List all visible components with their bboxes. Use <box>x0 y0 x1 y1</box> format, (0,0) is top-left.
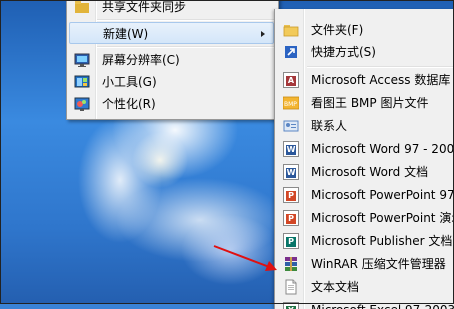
submenu-item-label: Microsoft Excel 97-2003 工 <box>311 299 454 309</box>
menu-item-label: 共享文件夹同步 <box>102 0 187 14</box>
submenu-item-label: 快捷方式(S) <box>311 45 376 59</box>
menu-item-label: 个性化(R) <box>102 97 156 111</box>
submenu-item-label: 文件夹(F) <box>311 23 364 37</box>
submenu-item-folder[interactable]: 文件夹(F) <box>277 19 454 42</box>
submenu-item-contact[interactable]: 联系人 <box>277 115 454 138</box>
menu-item-personalize[interactable]: 个性化(R) <box>69 93 274 115</box>
publisher-icon: P <box>283 233 299 249</box>
submenu-item-label: Microsoft PowerPoint 演示 <box>311 211 454 225</box>
menu-item-screen-resolution[interactable]: 屏幕分辨率(C) <box>69 49 274 71</box>
word97-icon: W <box>283 141 299 157</box>
submenu-item-powerpoint97[interactable]: P Microsoft PowerPoint 97-20 <box>277 184 454 207</box>
menu-item-gadgets[interactable]: 小工具(G) <box>69 71 274 93</box>
word-icon: W <box>283 164 299 180</box>
powerpoint-icon: P <box>283 210 299 226</box>
submenu-item-shortcut[interactable]: 快捷方式(S) <box>277 41 454 64</box>
sync-folder-icon <box>74 0 90 15</box>
folder-icon <box>283 22 299 38</box>
submenu-item-access[interactable]: A Microsoft Access 数据库 <box>277 69 454 92</box>
submenu-item-label: 文本文档 <box>311 280 360 294</box>
winrar-icon <box>283 256 299 272</box>
submenu-arrow-icon <box>261 31 265 37</box>
submenu-item-label: Microsoft Access 数据库 <box>311 73 451 87</box>
access-icon: A <box>283 72 299 88</box>
submenu-item-word97[interactable]: W Microsoft Word 97 - 2003 文 <box>277 138 454 161</box>
powerpoint97-icon: P <box>283 187 299 203</box>
submenu-item-excel97[interactable]: X Microsoft Excel 97-2003 工 <box>277 299 454 309</box>
menu-separator <box>97 46 276 48</box>
submenu-item-label: Microsoft Publisher 文档 <box>311 234 453 248</box>
submenu-item-text-document[interactable]: 文本文档 <box>277 276 454 299</box>
personalize-icon <box>74 96 90 112</box>
menu-item-sync[interactable]: 共享文件夹同步 <box>69 0 274 18</box>
submenu-item-powerpoint[interactable]: P Microsoft PowerPoint 演示 <box>277 207 454 230</box>
menu-item-label: 小工具(G) <box>102 75 157 89</box>
submenu-item-label: WinRAR 压缩文件管理器 <box>311 257 446 271</box>
new-submenu: 文件夹(F) 快捷方式(S) A Microsoft Access 数据库 BM… <box>274 9 454 309</box>
gadgets-icon <box>74 74 90 90</box>
submenu-item-bmp[interactable]: BMP 看图王 BMP 图片文件 <box>277 92 454 115</box>
submenu-item-label: 看图王 BMP 图片文件 <box>311 96 429 110</box>
bmp-icon: BMP <box>282 95 300 111</box>
menu-item-new[interactable]: 新建(W) <box>69 22 274 44</box>
menu-item-label: 新建(W) <box>103 27 149 41</box>
menu-separator <box>97 19 276 21</box>
shortcut-icon <box>283 44 299 60</box>
submenu-item-label: Microsoft Word 文档 <box>311 165 429 179</box>
submenu-item-winrar[interactable]: WinRAR 压缩文件管理器 <box>277 253 454 276</box>
display-icon <box>74 52 90 68</box>
menu-separator <box>307 66 453 68</box>
text-document-icon <box>283 279 299 295</box>
svg-text:BMP: BMP <box>284 101 297 108</box>
desktop-context-menu: 共享文件夹同步 新建(W) 屏幕分辨率(C) 小工具(G) 个性化(R) <box>66 0 279 120</box>
menu-item-label: 屏幕分辨率(C) <box>102 53 180 67</box>
submenu-item-publisher[interactable]: P Microsoft Publisher 文档 <box>277 230 454 253</box>
submenu-item-word[interactable]: W Microsoft Word 文档 <box>277 161 454 184</box>
excel97-icon: X <box>283 302 299 309</box>
submenu-item-label: 联系人 <box>311 119 348 133</box>
submenu-item-label: Microsoft PowerPoint 97-20 <box>311 188 454 202</box>
submenu-item-label: Microsoft Word 97 - 2003 文 <box>311 142 454 156</box>
contact-icon <box>283 118 299 134</box>
